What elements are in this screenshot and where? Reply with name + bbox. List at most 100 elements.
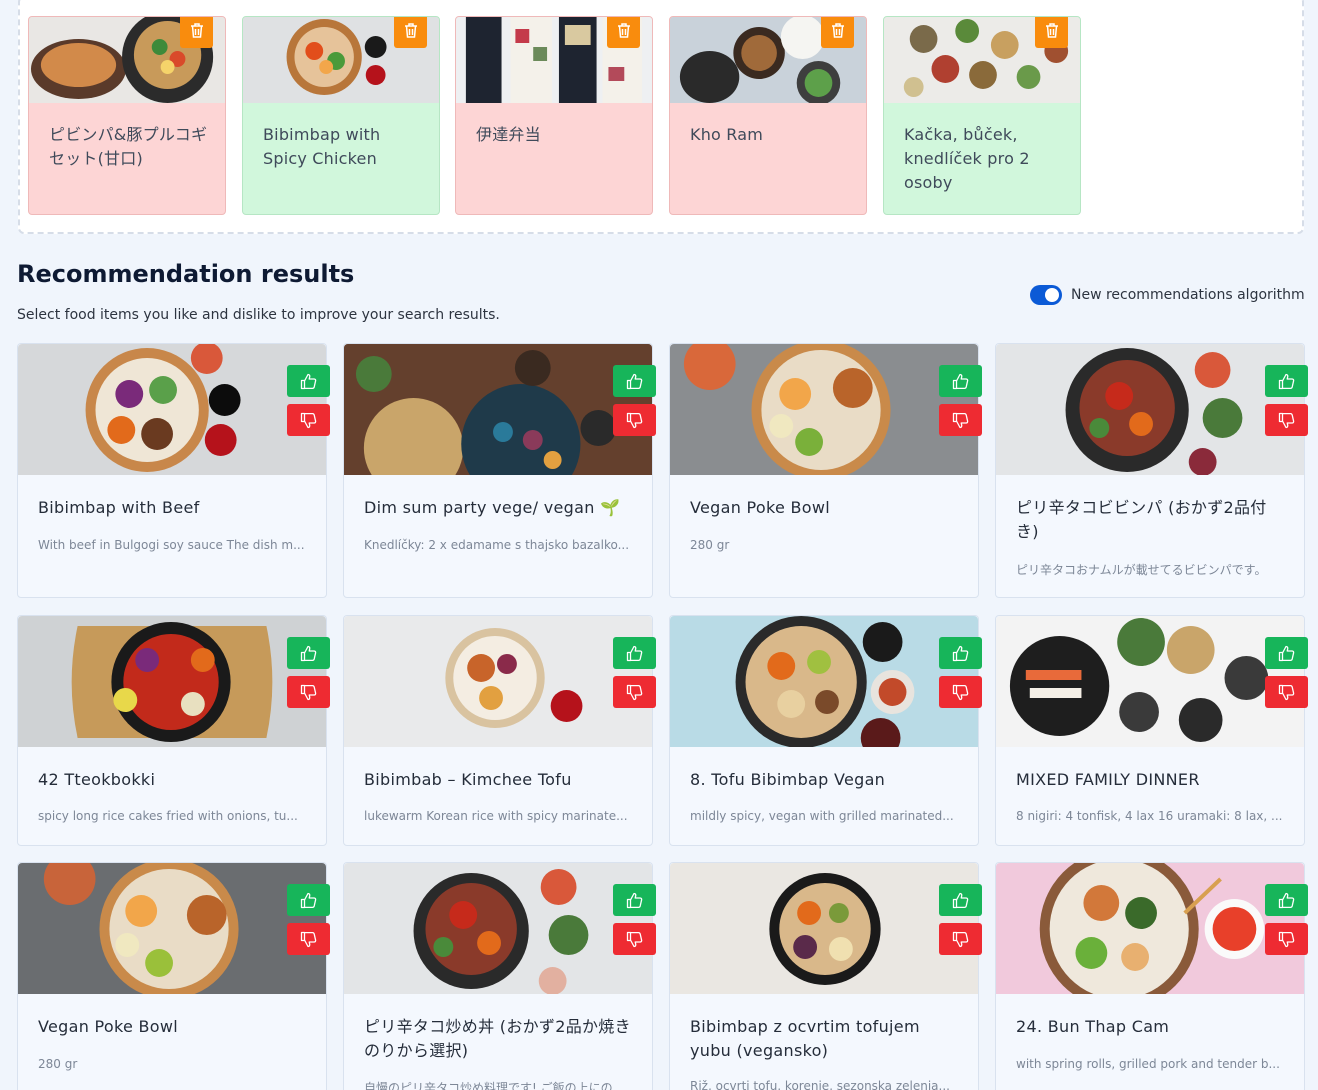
result-card[interactable]: MIXED FAMILY DINNER 8 nigiri: 4 tonfisk,… <box>995 615 1308 846</box>
food-photo <box>18 863 326 994</box>
result-card[interactable]: Bibimbap with Beef With beef in Bulgogi … <box>17 343 330 598</box>
toggle-knob <box>1045 288 1059 302</box>
algorithm-toggle-row: New recommendations algorithm <box>1030 285 1305 305</box>
result-card[interactable]: 24. Bun Thap Cam with spring rolls, gril… <box>995 862 1308 1090</box>
like-button[interactable] <box>1265 637 1308 669</box>
result-description: Riž, ocvrti tofu, korenje, sezonska zele… <box>690 1079 950 1090</box>
thumbs-down-icon <box>952 931 969 947</box>
thumbs-down-icon <box>1278 412 1295 428</box>
thumbs-down-icon <box>952 684 969 700</box>
thumbs-up-icon <box>300 645 317 661</box>
result-card[interactable]: Bibimbap z ocvrtim tofujem yubu (vegansk… <box>669 862 982 1090</box>
result-name: 42 Tteokbokki <box>38 770 156 789</box>
result-card[interactable]: ピリ辛タコ炒め丼 (おかず2品か焼きのりから選択) 自慢のピリ辛タコ炒め料理です… <box>343 862 656 1090</box>
selected-item-name: Bibimbap with Spicy Chicken <box>263 125 381 168</box>
like-button[interactable] <box>287 365 330 397</box>
thumbs-down-icon <box>300 684 317 700</box>
result-description: with spring rolls, grilled pork and tend… <box>1016 1057 1280 1071</box>
selected-item-name: Kho Ram <box>690 125 764 144</box>
delete-button[interactable] <box>1035 17 1068 48</box>
dislike-button[interactable] <box>1265 676 1308 708</box>
result-name: Bibimbab – Kimchee Tofu <box>364 770 572 789</box>
food-photo <box>18 616 326 747</box>
thumbs-up-icon <box>300 373 317 389</box>
selected-item-name: Kačka, bůček, knedlíček pro 2 osoby <box>904 125 1030 192</box>
dislike-button[interactable] <box>287 923 330 955</box>
delete-button[interactable] <box>821 17 854 48</box>
like-button[interactable] <box>939 884 982 916</box>
dislike-button[interactable] <box>287 404 330 436</box>
thumbs-down-icon <box>300 412 317 428</box>
trash-icon <box>404 23 417 38</box>
thumbs-up-icon <box>952 645 969 661</box>
result-description: ピリ辛タコおナムルが載せてるビビンパです。 <box>1016 563 1267 577</box>
like-button[interactable] <box>613 365 656 397</box>
selected-item: Kho Ram <box>669 16 867 215</box>
result-description: With beef in Bulgogi soy sauce The dish … <box>38 538 305 552</box>
like-button[interactable] <box>1265 365 1308 397</box>
result-name: 8. Tofu Bibimbap Vegan <box>690 770 886 789</box>
result-card[interactable]: Dim sum party vege/ vegan 🌱 Knedlíčky: 2… <box>343 343 656 598</box>
thumbs-up-icon <box>1278 645 1295 661</box>
result-name: Bibimbap z ocvrtim tofujem yubu (vegansk… <box>690 1017 920 1060</box>
like-button[interactable] <box>613 884 656 916</box>
result-description: 280 gr <box>690 538 730 552</box>
food-photo <box>996 863 1304 994</box>
like-button[interactable] <box>939 365 982 397</box>
result-card[interactable]: Bibimbab – Kimchee Tofu lukewarm Korean … <box>343 615 656 846</box>
dislike-button[interactable] <box>939 923 982 955</box>
trash-icon <box>831 23 844 38</box>
like-button[interactable] <box>287 637 330 669</box>
like-button[interactable] <box>1265 884 1308 916</box>
dislike-button[interactable] <box>1265 923 1308 955</box>
selected-item: 伊達弁当 <box>455 16 653 215</box>
thumbs-up-icon <box>952 373 969 389</box>
result-card[interactable]: Vegan Poke Bowl 280 gr <box>17 862 330 1090</box>
thumbs-up-icon <box>300 892 317 908</box>
result-name: Dim sum party vege/ vegan 🌱 <box>364 498 621 517</box>
food-photo <box>344 616 652 747</box>
like-button[interactable] <box>613 637 656 669</box>
result-description: mildly spicy, vegan with grilled marinat… <box>690 809 954 823</box>
result-card[interactable]: 42 Tteokbokki spicy long rice cakes frie… <box>17 615 330 846</box>
dislike-button[interactable] <box>287 676 330 708</box>
result-name: ピリ辛タコ炒め丼 (おかず2品か焼きのりから選択) <box>364 1017 631 1060</box>
dislike-button[interactable] <box>613 923 656 955</box>
dislike-button[interactable] <box>939 676 982 708</box>
selected-item: Bibimbap with Spicy Chicken <box>242 16 440 215</box>
thumbs-down-icon <box>626 931 643 947</box>
dislike-button[interactable] <box>613 404 656 436</box>
like-button[interactable] <box>939 637 982 669</box>
selected-item-name: ピビンパ&豚プルコギセット(甘口) <box>49 125 208 168</box>
algorithm-toggle[interactable] <box>1030 285 1062 305</box>
result-name: Vegan Poke Bowl <box>690 498 831 517</box>
like-button[interactable] <box>287 884 330 916</box>
delete-button[interactable] <box>394 17 427 48</box>
selected-item-name: 伊達弁当 <box>476 125 541 144</box>
dislike-button[interactable] <box>613 676 656 708</box>
page-subtitle: Select food items you like and dislike t… <box>17 307 500 323</box>
selected-item: Kačka, bůček, knedlíček pro 2 osoby <box>883 16 1081 215</box>
result-description: spicy long rice cakes fried with onions,… <box>38 809 298 823</box>
delete-button[interactable] <box>180 17 213 48</box>
page-title: Recommendation results <box>17 260 355 288</box>
trash-icon <box>190 23 203 38</box>
dislike-button[interactable] <box>1265 404 1308 436</box>
result-card[interactable]: Vegan Poke Bowl 280 gr <box>669 343 982 598</box>
result-name: MIXED FAMILY DINNER <box>1016 770 1200 789</box>
result-name: ピリ辛タコビビンパ (おかず2品付き) <box>1016 498 1267 541</box>
result-description: lukewarm Korean rice with spicy marinate… <box>364 809 628 823</box>
result-card[interactable]: ピリ辛タコビビンパ (おかず2品付き) ピリ辛タコおナムルが載せてるビビンパです… <box>995 343 1308 598</box>
thumbs-up-icon <box>626 373 643 389</box>
food-photo <box>18 344 326 475</box>
food-photo <box>670 863 978 994</box>
thumbs-up-icon <box>626 645 643 661</box>
dislike-button[interactable] <box>939 404 982 436</box>
delete-button[interactable] <box>607 17 640 48</box>
trash-icon <box>1045 23 1058 38</box>
result-description: Knedlíčky: 2 x edamame s thajsko bazalko… <box>364 538 630 552</box>
result-name: Bibimbap with Beef <box>38 498 200 517</box>
food-photo <box>996 344 1304 475</box>
thumbs-up-icon <box>1278 892 1295 908</box>
result-card[interactable]: 8. Tofu Bibimbap Vegan mildly spicy, veg… <box>669 615 982 846</box>
